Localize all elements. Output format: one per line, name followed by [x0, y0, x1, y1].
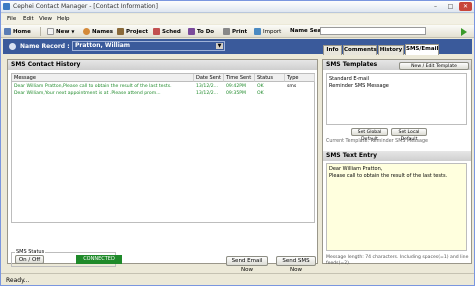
title-bar: Cephei Contact Manager - [Contact Inform… — [1, 1, 474, 13]
name-search-input[interactable] — [320, 27, 426, 35]
cell-time: 09:35PM — [226, 91, 246, 96]
column-header-time[interactable]: Time Sent — [224, 74, 255, 82]
project-icon — [117, 28, 124, 35]
cell-date: 13/12/2... — [196, 84, 219, 89]
template-list[interactable]: Standard E-mail Reminder SMS Message — [326, 73, 467, 125]
set-global-default-button[interactable]: Set Global Default — [351, 128, 388, 142]
sms-text-entry-field[interactable]: Dear William Pratton, Please call to obt… — [326, 163, 467, 251]
current-template-label: Current Template: Reminder SMS Message — [326, 139, 428, 144]
tab-sms-email[interactable]: SMS/Email — [405, 44, 439, 55]
close-button[interactable]: ✕ — [459, 2, 472, 11]
sched-button[interactable]: Sched — [153, 27, 181, 36]
window-title: Cephei Contact Manager - [Contact Inform… — [13, 3, 158, 10]
app-window: Cephei Contact Manager - [Contact Inform… — [0, 0, 475, 286]
app-icon — [3, 3, 10, 10]
print-button[interactable]: Print — [223, 27, 247, 36]
tab-comments[interactable]: Comments — [343, 45, 377, 55]
printer-icon — [223, 28, 230, 35]
message-length-text: Message length: 74 characters. Including… — [326, 255, 469, 266]
menu-help[interactable]: Help — [57, 16, 70, 22]
sms-history-panel: SMS Contact History Message Date Sent Ti… — [7, 59, 318, 273]
list-item[interactable]: Reminder SMS Message — [329, 83, 389, 89]
todo-button[interactable]: To Do — [188, 27, 214, 36]
person-icon — [9, 43, 16, 50]
sms-text-entry-title: SMS Text Entry — [323, 151, 471, 161]
todo-icon — [188, 28, 195, 35]
project-button[interactable]: Project — [117, 27, 148, 36]
new-edit-template-button[interactable]: New / Edit Template — [399, 62, 469, 70]
calendar-icon — [153, 28, 160, 35]
tab-history[interactable]: History — [378, 45, 404, 55]
home-button[interactable]: Home — [4, 27, 31, 36]
status-bar: Ready... — [1, 273, 474, 285]
cell-message: Dear William,Your next appointment is at… — [14, 91, 161, 96]
column-header-message[interactable]: Message — [12, 74, 194, 82]
name-record-select[interactable]: Pratton, William ▼ — [72, 41, 225, 51]
set-local-default-button[interactable]: Set Local Default — [391, 128, 427, 142]
home-icon — [4, 28, 11, 35]
cell-type — [285, 90, 315, 97]
menu-file[interactable]: File — [7, 16, 16, 22]
maximize-button[interactable]: □ — [444, 2, 457, 11]
import-icon — [254, 28, 261, 35]
toolbar: Home New ▼ Names Project Sched To Do Pri… — [1, 25, 474, 38]
column-header-type[interactable]: Type — [285, 74, 315, 82]
cell-status: OK — [257, 91, 264, 96]
names-button[interactable]: Names — [83, 27, 113, 36]
sms-history-title: SMS Contact History — [8, 60, 317, 70]
chevron-down-icon: ▼ — [71, 29, 75, 34]
cell-time: 09:42PM — [226, 84, 246, 89]
sms-text-line: Dear William Pratton, — [329, 166, 383, 172]
sms-history-grid[interactable]: Message Date Sent Time Sent Status Type … — [11, 73, 315, 223]
new-document-icon — [47, 28, 54, 35]
cell-message: Dear William Pratton,Please call to obta… — [14, 84, 172, 89]
list-item[interactable]: Standard E-mail — [329, 76, 369, 82]
column-header-status[interactable]: Status — [255, 74, 285, 82]
sms-templates-panel: SMS Templates New / Edit Template Standa… — [322, 59, 472, 266]
tab-info[interactable]: Info — [323, 45, 342, 55]
send-sms-button[interactable]: Send SMS Now — [276, 256, 316, 273]
sms-text-line: Please call to obtain the result of the … — [329, 173, 448, 179]
menu-view[interactable]: View — [39, 16, 52, 22]
name-record-label: Name Record : — [20, 43, 70, 50]
on-off-button[interactable]: On / Off — [15, 255, 44, 264]
menu-bar: File Edit View Help — [1, 14, 474, 24]
minimize-button[interactable]: – — [429, 2, 442, 11]
new-button[interactable]: New ▼ — [47, 27, 75, 36]
go-arrow-icon[interactable] — [461, 28, 467, 36]
cell-status: OK — [257, 84, 264, 89]
send-email-button[interactable]: Send Email Now — [226, 256, 268, 273]
chevron-down-icon[interactable]: ▼ — [216, 43, 223, 49]
menu-edit[interactable]: Edit — [23, 16, 34, 22]
status-text: Ready... — [6, 277, 30, 284]
column-header-date[interactable]: Date Sent — [194, 74, 224, 82]
cell-type: sms — [287, 84, 297, 89]
cell-date: 13/12/2... — [196, 91, 219, 96]
toolbar-divider — [40, 27, 41, 36]
import-button[interactable]: Import — [254, 27, 281, 36]
connection-status-badge: CONNECTED — [76, 255, 122, 264]
people-icon — [83, 28, 90, 35]
